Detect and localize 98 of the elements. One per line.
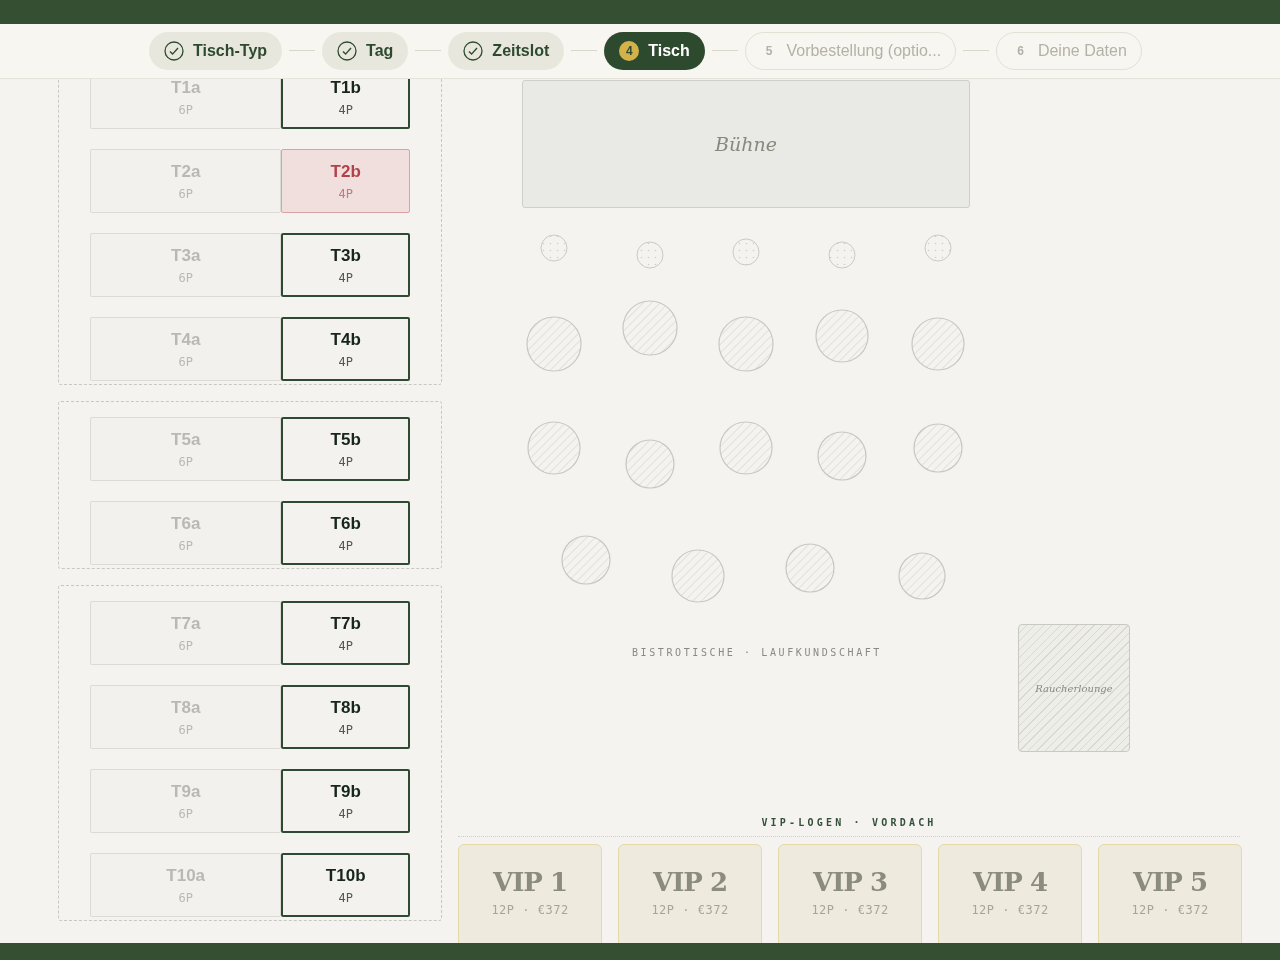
table-capacity: 4P bbox=[338, 538, 353, 553]
table-capacity: 4P bbox=[338, 354, 353, 369]
bar-stool-table bbox=[636, 241, 664, 269]
table-name: T9b bbox=[330, 781, 361, 802]
table-capacity: 4P bbox=[338, 890, 353, 905]
table-capacity: 6P bbox=[178, 270, 193, 285]
vip-details: 12P · €372 bbox=[971, 903, 1049, 917]
vip-box-button[interactable]: VIP 2 12P · €372 bbox=[618, 844, 762, 943]
table-name: T10a bbox=[166, 865, 206, 886]
step-tab[interactable]: 4 Tisch bbox=[604, 31, 705, 70]
step-tab[interactable]: Tag bbox=[322, 31, 409, 70]
step-number: 6 bbox=[1017, 43, 1024, 58]
table-capacity: 6P bbox=[178, 722, 193, 737]
table-name: T7b bbox=[330, 613, 361, 634]
bistro-table bbox=[785, 543, 835, 593]
table-name: T2a bbox=[171, 161, 201, 182]
area-label: BISTROTISCHE · LAUFKUNDSCHAFT bbox=[632, 647, 882, 658]
table-name: T4a bbox=[171, 329, 201, 350]
table-capacity: 4P bbox=[338, 102, 353, 117]
table-capacity: 6P bbox=[178, 186, 193, 201]
table-capacity: 4P bbox=[338, 722, 353, 737]
table-button[interactable]: T6b 4P bbox=[281, 501, 410, 565]
table-name: T3a bbox=[171, 245, 201, 266]
table-button[interactable]: T3b 4P bbox=[281, 233, 410, 297]
table-name: T8b bbox=[330, 697, 361, 718]
table-button[interactable]: T4b 4P bbox=[281, 317, 410, 381]
bistro-table bbox=[913, 423, 963, 473]
bistro-table bbox=[671, 549, 725, 603]
table-name: T9a bbox=[171, 781, 201, 802]
vip-name: VIP 5 bbox=[1133, 867, 1207, 897]
vip-name: VIP 4 bbox=[973, 867, 1047, 897]
check-icon bbox=[463, 40, 484, 61]
vip-box-button[interactable]: VIP 4 12P · €372 bbox=[938, 844, 1082, 943]
table-name: T6a bbox=[171, 513, 201, 534]
table-name: T1b bbox=[330, 79, 361, 98]
table-button[interactable]: T2b 4P bbox=[281, 149, 410, 213]
table-capacity: 4P bbox=[338, 270, 353, 285]
step-number: 5 bbox=[765, 43, 773, 58]
table-name: T6b bbox=[330, 513, 361, 534]
check-icon bbox=[337, 40, 358, 61]
bistro-table bbox=[911, 317, 965, 371]
table-name: T3b bbox=[330, 245, 361, 266]
step-tab[interactable]: Tisch-Typ bbox=[149, 31, 283, 70]
table-capacity: 6P bbox=[178, 538, 193, 553]
table-name: T5a bbox=[171, 429, 201, 450]
table-name: T5b bbox=[330, 429, 361, 450]
vip-name: VIP 2 bbox=[653, 867, 727, 897]
table-capacity: 4P bbox=[338, 186, 353, 201]
table-capacity: 4P bbox=[338, 454, 353, 469]
table-name: T4b bbox=[330, 329, 361, 350]
table-capacity: 6P bbox=[178, 454, 193, 469]
bar-stool-table bbox=[828, 241, 856, 269]
vip-details: 12P · €372 bbox=[491, 903, 569, 917]
bistro-table bbox=[622, 300, 678, 356]
bar-stool-table bbox=[540, 234, 568, 262]
table-capacity: 6P bbox=[178, 638, 193, 653]
vip-box-button[interactable]: VIP 1 12P · €372 bbox=[458, 844, 602, 943]
bar-stool-table bbox=[732, 238, 760, 266]
bistro-table bbox=[817, 431, 867, 481]
table-name: T1a bbox=[171, 79, 201, 98]
table-name: T8a bbox=[171, 697, 201, 718]
bistro-table bbox=[718, 316, 774, 372]
vip-name: VIP 1 bbox=[493, 867, 567, 897]
bistro-table bbox=[526, 316, 582, 372]
bistro-table bbox=[815, 309, 869, 363]
bistro-table bbox=[527, 421, 581, 475]
table-button[interactable]: T5b 4P bbox=[281, 417, 410, 481]
table-button[interactable]: T10b 4P bbox=[281, 853, 410, 917]
stage-label: Bühne bbox=[715, 133, 777, 155]
table-button[interactable]: T7b 4P bbox=[281, 601, 410, 665]
vip-details: 12P · €372 bbox=[1131, 903, 1209, 917]
vip-box-button[interactable]: VIP 3 12P · €372 bbox=[778, 844, 922, 943]
vip-details: 12P · €372 bbox=[811, 903, 889, 917]
table-name: T2b bbox=[330, 161, 361, 182]
table-button[interactable]: T1b 4P bbox=[281, 79, 410, 129]
vip-details: 12P · €372 bbox=[651, 903, 729, 917]
table-capacity: 6P bbox=[178, 806, 193, 821]
table-capacity: 6P bbox=[178, 354, 193, 369]
step-number: 4 bbox=[619, 40, 640, 61]
bistro-table bbox=[719, 421, 773, 475]
vip-name: VIP 3 bbox=[813, 867, 887, 897]
bistro-table bbox=[898, 552, 946, 600]
bar-stool-table bbox=[924, 234, 952, 262]
table-name: T7a bbox=[171, 613, 201, 634]
vip-box-button[interactable]: VIP 5 12P · €372 bbox=[1098, 844, 1242, 943]
table-capacity: 6P bbox=[178, 102, 193, 117]
check-icon bbox=[164, 40, 184, 61]
table-button[interactable]: T8b 4P bbox=[281, 685, 410, 749]
step-tab[interactable]: Zeitslot bbox=[448, 31, 565, 70]
lounge-label: Raucherlounge bbox=[1035, 682, 1113, 694]
table-capacity: 4P bbox=[338, 806, 353, 821]
bistro-table bbox=[625, 439, 675, 489]
section-heading: VIP-LOGEN · VORDACH bbox=[458, 817, 1240, 837]
table-capacity: 4P bbox=[338, 638, 353, 653]
table-capacity: 6P bbox=[178, 890, 193, 905]
bistro-table bbox=[561, 535, 611, 585]
table-button[interactable]: T9b 4P bbox=[281, 769, 410, 833]
table-name: T10b bbox=[325, 865, 366, 886]
